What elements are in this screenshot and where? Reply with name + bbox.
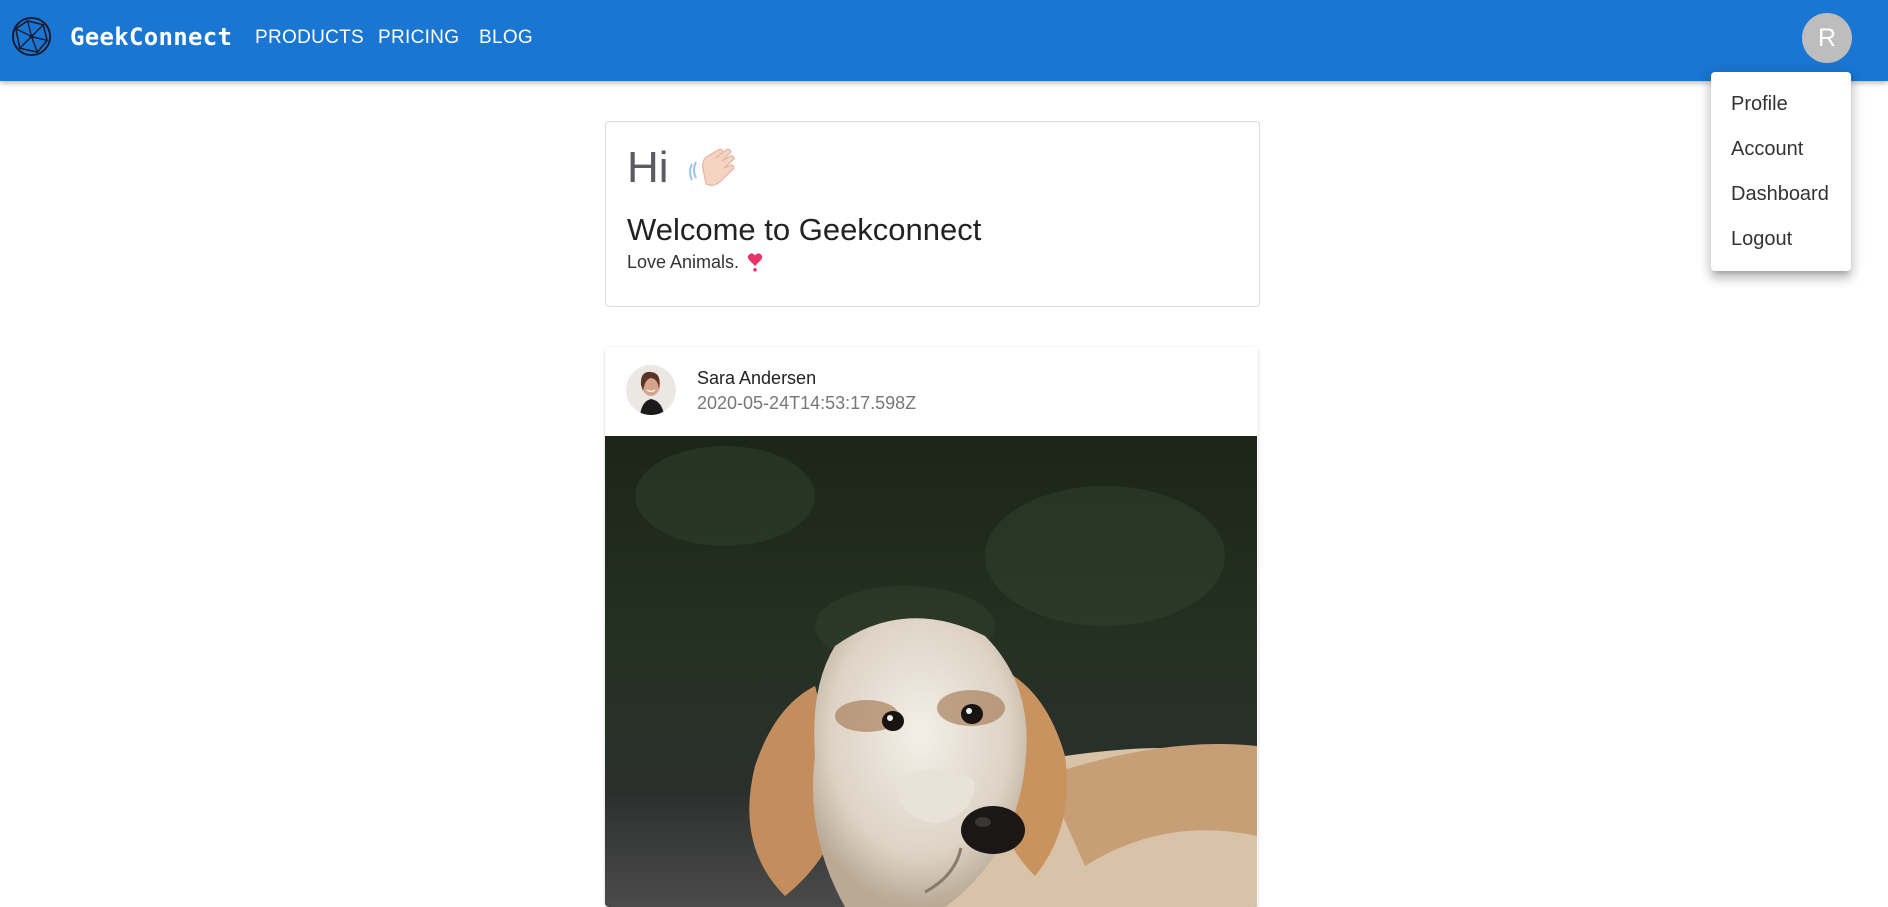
tagline-text: Love Animals. — [627, 252, 740, 272]
menu-item-account[interactable]: Account — [1731, 138, 1803, 161]
menu-item-dashboard[interactable]: Dashboard — [1731, 183, 1829, 206]
post-card: Sara Andersen 2020-05-24T14:53:17.598Z — [605, 347, 1258, 907]
heart-exclamation-icon — [747, 253, 763, 272]
menu-item-logout[interactable]: Logout — [1731, 228, 1792, 251]
welcome-card: Hi Welcome to Geekconnect Love Animals. — [605, 121, 1260, 307]
post-timestamp: 2020-05-24T14:53:17.598Z — [697, 393, 917, 413]
dog-photo — [605, 436, 1257, 907]
user-avatar-button[interactable]: R — [1802, 13, 1852, 63]
user-menu: Profile Account Dashboard Logout — [1711, 72, 1851, 271]
menu-item-profile[interactable]: Profile — [1731, 93, 1788, 116]
welcome-title: Welcome to Geekconnect — [627, 212, 982, 247]
brand-name[interactable]: GeekConnect — [70, 23, 232, 51]
globe-network-logo-icon[interactable] — [10, 15, 53, 58]
nav-products[interactable]: PRODUCTS — [255, 27, 364, 49]
post-author[interactable]: Sara Andersen — [697, 368, 816, 389]
author-avatar[interactable] — [626, 365, 676, 415]
app-bar: GeekConnect PRODUCTS PRICING BLOG R — [0, 0, 1888, 81]
waving-hand-icon — [689, 148, 735, 186]
nav-pricing[interactable]: PRICING — [378, 27, 459, 49]
greeting-text: Hi — [627, 143, 669, 192]
nav-blog[interactable]: BLOG — [479, 27, 533, 49]
